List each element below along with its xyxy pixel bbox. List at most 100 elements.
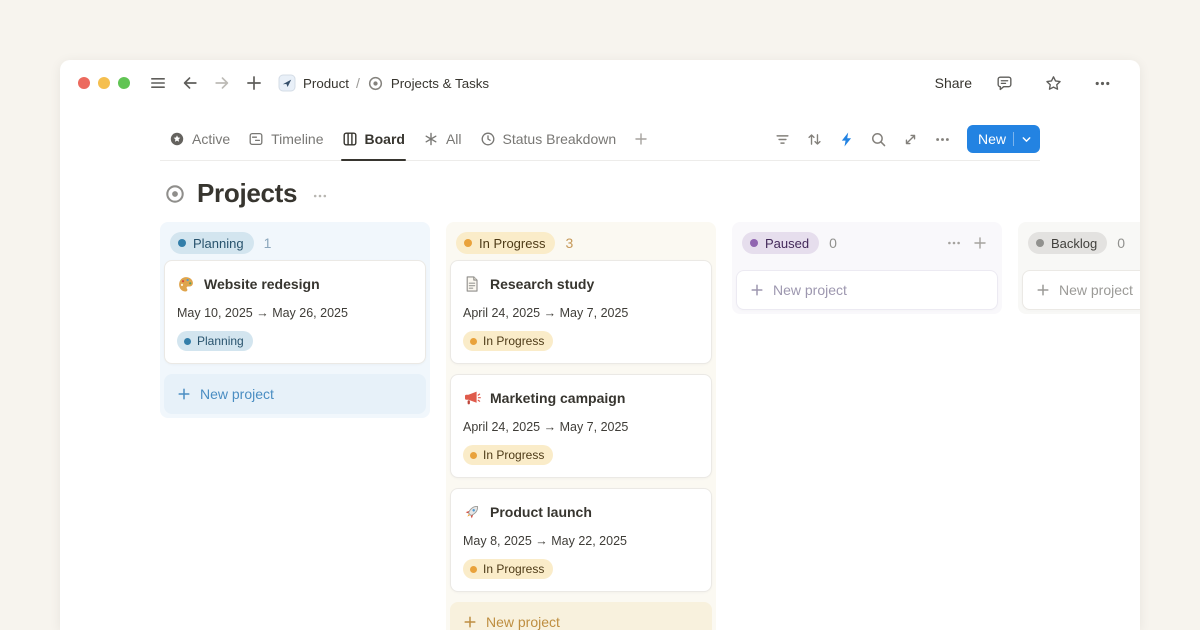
status-badge[interactable]: In Progress xyxy=(456,232,555,254)
close-window-button[interactable] xyxy=(78,77,90,89)
project-card[interactable]: Research study April 24, 2025 → May 7, 2… xyxy=(450,260,712,364)
search-icon xyxy=(870,131,887,148)
tab-timeline[interactable]: Timeline xyxy=(239,118,332,160)
status-badge[interactable]: Paused xyxy=(742,232,819,254)
minimize-window-button[interactable] xyxy=(98,77,110,89)
app-window: Product / Projects & Tasks Share xyxy=(60,60,1140,630)
rocket-icon xyxy=(463,503,481,521)
new-project-button[interactable]: New project xyxy=(736,270,998,310)
status-dot xyxy=(184,338,191,345)
column-name: In Progress xyxy=(479,236,545,251)
status-dot xyxy=(1036,239,1044,247)
status-badge[interactable]: Backlog xyxy=(1028,232,1107,254)
column-name: Backlog xyxy=(1051,236,1097,251)
new-page-button[interactable] xyxy=(242,71,266,95)
share-button[interactable]: Share xyxy=(931,72,976,94)
tab-board[interactable]: Board xyxy=(333,118,414,160)
nav-forward-button[interactable] xyxy=(210,71,234,95)
card-status-label: In Progress xyxy=(483,334,544,348)
breadcrumb-workspace[interactable]: Product xyxy=(303,76,349,91)
palette-icon xyxy=(177,275,195,293)
search-button[interactable] xyxy=(865,126,892,153)
card-title: Research study xyxy=(490,273,594,295)
button-divider xyxy=(1013,132,1014,146)
plus-icon xyxy=(750,283,764,297)
plus-icon xyxy=(633,131,649,147)
column-header: In Progress 3 xyxy=(450,226,712,260)
chevron-down-icon xyxy=(1021,134,1032,145)
topbar-actions: Share xyxy=(931,71,1123,96)
new-project-label: New project xyxy=(200,386,274,402)
favorite-button[interactable] xyxy=(1041,71,1066,96)
sort-button[interactable] xyxy=(801,126,828,153)
tab-label: Active xyxy=(192,131,230,147)
card-status-label: In Progress xyxy=(483,448,544,462)
new-record-button[interactable]: New xyxy=(967,125,1040,153)
plus-icon xyxy=(245,74,263,92)
view-more-button[interactable] xyxy=(929,126,956,153)
board-column-in-progress: In Progress 3 Research study April 24, 2… xyxy=(446,222,716,630)
card-date-range: April 24, 2025 → May 7, 2025 xyxy=(463,306,699,320)
column-add-button[interactable] xyxy=(968,231,992,255)
breadcrumb-separator: / xyxy=(356,75,360,91)
ellipsis-icon xyxy=(1093,74,1112,93)
project-card[interactable]: Website redesign May 10, 2025 → May 26, … xyxy=(164,260,426,364)
column-more-button[interactable] xyxy=(942,231,966,255)
status-dot xyxy=(470,452,477,459)
board-column-planning: Planning 1 Website redesign May 10, 2025… xyxy=(160,222,430,418)
column-count: 0 xyxy=(1117,235,1125,251)
arrow-left-icon xyxy=(181,74,199,92)
status-badge[interactable]: Planning xyxy=(170,232,254,254)
project-card[interactable]: Product launch May 8, 2025 → May 22, 202… xyxy=(450,488,712,592)
page-more-button[interactable] xyxy=(1090,71,1115,96)
filter-button[interactable] xyxy=(769,126,796,153)
clock-view-icon xyxy=(480,131,496,147)
filter-icon xyxy=(774,131,791,148)
card-title: Marketing campaign xyxy=(490,387,625,409)
tab-label: Status Breakdown xyxy=(503,131,617,147)
expand-diagonal-icon xyxy=(902,131,919,148)
column-header: Paused 0 xyxy=(736,226,998,260)
plus-icon xyxy=(1036,283,1050,297)
card-title: Website redesign xyxy=(204,273,320,295)
card-date-range: May 8, 2025 → May 22, 2025 xyxy=(463,534,699,548)
card-status-badge: In Progress xyxy=(463,331,553,351)
add-view-button[interactable] xyxy=(625,118,657,160)
column-header: Planning 1 xyxy=(164,226,426,260)
card-list: Website redesign May 10, 2025 → May 26, … xyxy=(164,260,426,364)
automations-button[interactable] xyxy=(833,126,860,153)
view-tabs: Active Timeline Board xyxy=(160,118,657,160)
view-controls: New xyxy=(769,125,1040,153)
plus-icon xyxy=(972,235,988,251)
card-status-label: In Progress xyxy=(483,562,544,576)
board-view-icon xyxy=(342,131,358,147)
new-project-button[interactable]: New project xyxy=(164,374,426,414)
workspace-icon[interactable] xyxy=(278,74,296,92)
comment-icon xyxy=(995,74,1014,93)
project-card[interactable]: Marketing campaign April 24, 2025 → May … xyxy=(450,374,712,478)
tab-status-breakdown[interactable]: Status Breakdown xyxy=(471,118,626,160)
comments-button[interactable] xyxy=(992,71,1017,96)
arrow-right-icon xyxy=(213,74,231,92)
zoom-window-button[interactable] xyxy=(118,77,130,89)
new-project-label: New project xyxy=(773,282,847,298)
status-dot xyxy=(464,239,472,247)
column-actions xyxy=(942,231,992,255)
star-icon xyxy=(1044,74,1063,93)
tab-all[interactable]: All xyxy=(414,118,471,160)
new-project-button[interactable]: New project xyxy=(450,602,712,630)
card-date-range: May 10, 2025 → May 26, 2025 xyxy=(177,306,413,320)
window-topbar: Product / Projects & Tasks Share xyxy=(60,60,1140,106)
tab-active[interactable]: Active xyxy=(160,118,239,160)
hamburger-icon xyxy=(149,74,167,92)
expand-button[interactable] xyxy=(897,126,924,153)
nav-back-button[interactable] xyxy=(178,71,202,95)
all-view-icon xyxy=(423,131,439,147)
sort-icon xyxy=(806,131,823,148)
new-project-button[interactable]: New project xyxy=(1022,270,1140,310)
sidebar-toggle-button[interactable] xyxy=(146,71,170,95)
view-bar: Active Timeline Board xyxy=(160,118,1040,161)
breadcrumb-page[interactable]: Projects & Tasks xyxy=(391,76,489,91)
title-more-button[interactable] xyxy=(312,188,328,204)
column-name: Paused xyxy=(765,236,809,251)
